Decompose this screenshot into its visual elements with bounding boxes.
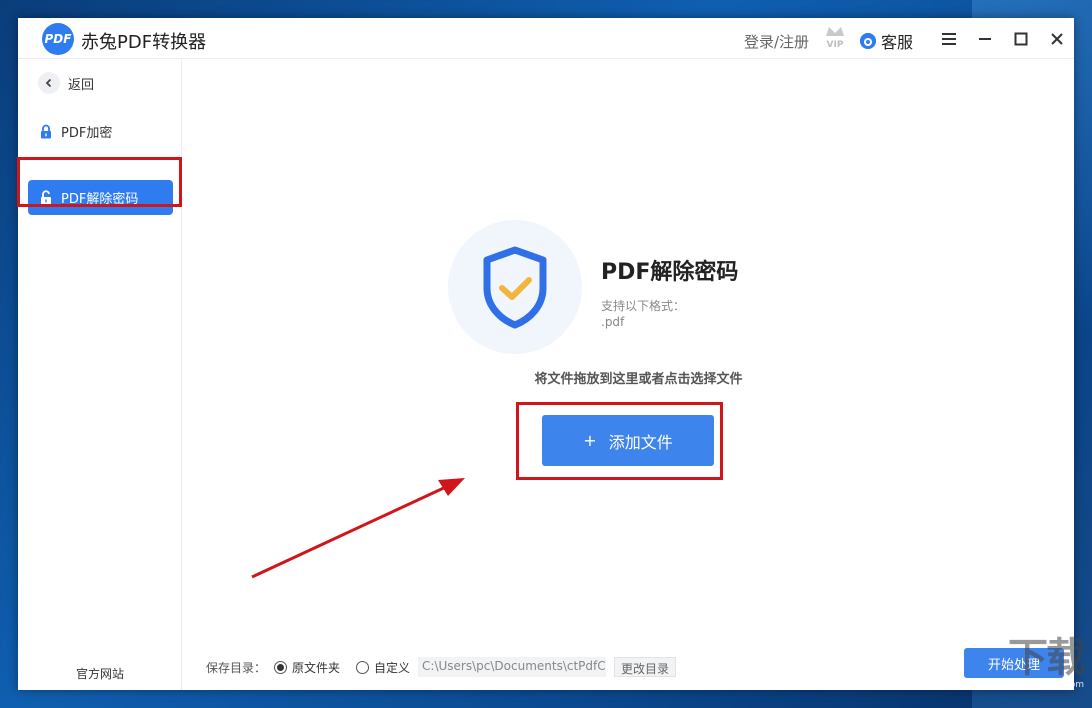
radio-custom-indicator[interactable] — [356, 660, 370, 674]
start-processing-button[interactable]: 开始处理 — [964, 648, 1064, 678]
plus-icon: + — [583, 431, 597, 450]
change-directory-button[interactable]: 更改目录 — [614, 657, 677, 677]
close-icon[interactable] — [1044, 26, 1070, 52]
back-button[interactable]: 返回 — [38, 72, 94, 94]
drop-zone-hint: 将文件拖放到这里或者点击选择文件 — [534, 372, 743, 387]
chevron-left-icon — [38, 72, 60, 94]
app-logo: PDF — [42, 23, 74, 55]
save-path-field[interactable]: C:\Users\pc\Documents\ctPdfConverter — [418, 657, 607, 677]
vip-crown-icon[interactable]: VIP — [823, 24, 847, 50]
shield-illustration — [448, 220, 582, 354]
service-icon — [860, 33, 876, 49]
sidebar-item-pdf-encrypt[interactable]: PDF加密 — [28, 114, 173, 149]
app-window: PDF 赤兔PDF转换器 登录/注册 VIP 客服 返回 PDF加密 PDF解除… — [17, 18, 1074, 690]
feature-title: PDF解除密码 — [601, 260, 739, 285]
save-dir-label: 保存目录： — [206, 660, 267, 675]
minimize-icon[interactable] — [972, 26, 998, 52]
sidebar-item-label: PDF解除密码 — [61, 192, 139, 207]
lock-icon — [41, 124, 51, 139]
sidebar-item-label: PDF加密 — [61, 126, 113, 141]
add-file-button[interactable]: + 添加文件 — [542, 415, 714, 466]
back-label: 返回 — [68, 77, 95, 93]
radio-original-folder[interactable]: 原文件夹 — [274, 659, 340, 676]
service-label: 客服 — [881, 33, 914, 52]
add-file-label: 添加文件 — [608, 432, 673, 452]
maximize-icon[interactable] — [1008, 26, 1034, 52]
official-website-link[interactable]: 官方网站 — [76, 665, 124, 682]
vip-label: VIP — [827, 40, 844, 50]
radio-original-indicator[interactable] — [274, 660, 288, 674]
save-directory-bar: 保存目录： 原文件夹 自定义 C:\Users\pc\Documents\ctP… — [206, 657, 677, 677]
shield-check-icon — [483, 246, 547, 329]
title-bar: PDF 赤兔PDF转换器 登录/注册 VIP 客服 — [18, 18, 1074, 59]
radio-custom-label: 自定义 — [374, 660, 411, 675]
app-title: 赤兔PDF转换器 — [81, 32, 207, 53]
radio-custom[interactable]: 自定义 — [356, 659, 410, 676]
customer-service-button[interactable]: 客服 — [860, 29, 913, 53]
supported-formats-label: 支持以下格式： — [601, 299, 686, 313]
sidebar-item-pdf-decrypt[interactable]: PDF解除密码 — [28, 180, 173, 215]
radio-original-label: 原文件夹 — [292, 660, 341, 675]
hamburger-icon[interactable] — [936, 26, 962, 52]
login-register-link[interactable]: 登录/注册 — [744, 31, 809, 52]
supported-formats-value: .pdf — [601, 315, 625, 329]
unlock-icon — [41, 190, 51, 205]
